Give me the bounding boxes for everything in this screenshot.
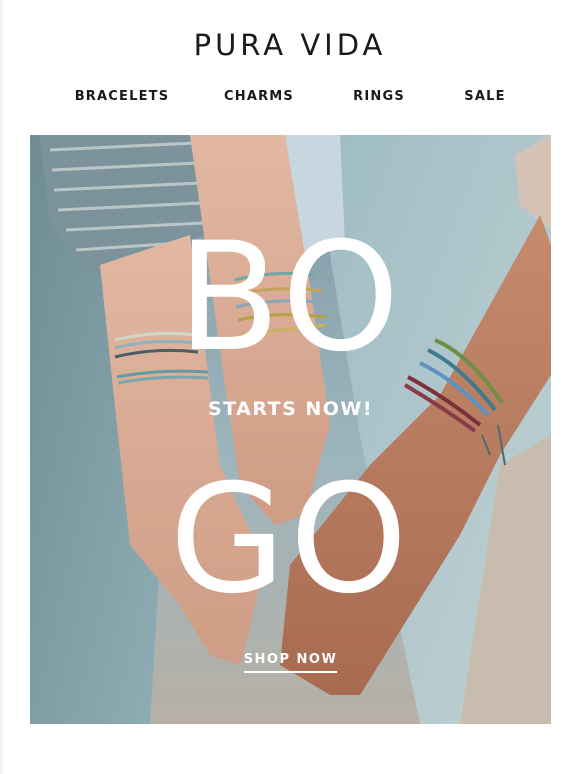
left-border-rule bbox=[0, 0, 3, 774]
nav-item-sale[interactable]: SALE bbox=[464, 89, 505, 104]
hero-banner[interactable]: BO STARTS NOW! GO SHOP NOW bbox=[30, 135, 551, 724]
nav-item-bracelets[interactable]: BRACELETS bbox=[75, 89, 170, 104]
nav-item-rings[interactable]: RINGS bbox=[353, 89, 405, 104]
headline-top: BO bbox=[177, 211, 404, 385]
headline-bottom: GO bbox=[169, 453, 412, 627]
shop-now-button[interactable]: SHOP NOW bbox=[243, 652, 338, 673]
brand-logo[interactable]: PURA VIDA bbox=[0, 28, 580, 62]
main-nav: BRACELETS CHARMS RINGS SALE bbox=[0, 89, 580, 109]
nav-item-charms[interactable]: CHARMS bbox=[224, 89, 294, 104]
subheadline: STARTS NOW! bbox=[207, 398, 374, 420]
